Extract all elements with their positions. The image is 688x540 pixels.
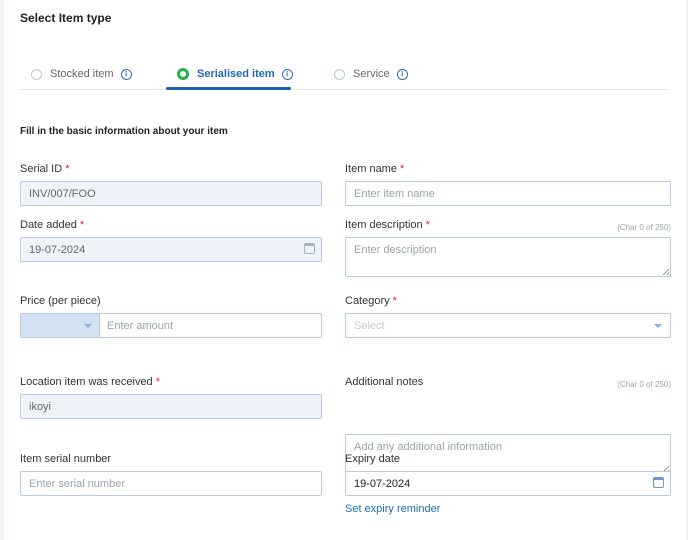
serial-id-value: INV/007/FOO xyxy=(29,187,96,200)
required-mark: * xyxy=(425,219,430,231)
resize-handle-icon[interactable] xyxy=(663,269,669,275)
item-description-label: Item description * xyxy=(345,219,430,231)
description-placeholder: Enter description xyxy=(354,244,437,256)
label-text: Serial ID xyxy=(20,163,63,175)
required-mark: * xyxy=(392,295,397,307)
radio-selected-icon[interactable] xyxy=(177,68,189,80)
item-serial-number-label: Item serial number xyxy=(20,453,112,465)
price-label: Price (per piece) xyxy=(20,295,101,307)
label-text: Category xyxy=(345,295,390,307)
date-added-label: Date added * xyxy=(20,219,84,231)
label-text: Item description xyxy=(345,219,423,231)
required-mark: * xyxy=(79,219,85,231)
date-added-input[interactable]: 19-07-2024 xyxy=(20,237,322,262)
location-input[interactable]: ikoyi xyxy=(20,394,322,419)
currency-select[interactable] xyxy=(21,314,100,337)
price-placeholder: Enter amount xyxy=(107,319,174,332)
info-icon[interactable]: i xyxy=(281,68,293,80)
required-mark: * xyxy=(399,163,405,175)
tab-label: Stocked item xyxy=(50,68,114,80)
item-serial-number-input[interactable]: Enter serial number xyxy=(20,471,322,496)
section-title: Select Item type xyxy=(20,11,112,25)
location-value: ikoyi xyxy=(29,400,52,413)
expiry-date-label: Expiry date xyxy=(345,453,401,465)
description-char-counter: (Char 0 of 250) xyxy=(617,223,671,232)
serial-id-input[interactable]: INV/007/FOO xyxy=(20,181,322,206)
form-subtitle: Fill in the basic information about your… xyxy=(20,126,228,137)
category-label: Category * xyxy=(345,295,397,307)
notes-char-counter: (Char 0 of 250) xyxy=(617,380,671,389)
location-label: Location item was received * xyxy=(20,376,160,388)
item-name-label: Item name * xyxy=(345,163,404,175)
calendar-icon[interactable] xyxy=(304,243,315,254)
info-icon[interactable]: i xyxy=(396,68,408,80)
active-tab-indicator xyxy=(166,87,291,90)
set-expiry-reminder-link[interactable]: Set expiry reminder xyxy=(345,503,440,515)
radio-unselected-icon[interactable] xyxy=(31,68,42,80)
expiry-date-value: 19-07-2024 xyxy=(354,477,411,490)
serial-id-label: Serial ID * xyxy=(20,163,69,175)
label-text: Item name xyxy=(345,163,397,175)
info-icon[interactable]: i xyxy=(120,68,132,80)
radio-unselected-icon[interactable] xyxy=(334,68,345,80)
item-name-input[interactable]: Enter item name xyxy=(345,181,671,206)
category-placeholder: Select xyxy=(354,319,385,332)
price-input[interactable]: Enter amount xyxy=(20,313,322,338)
chevron-down-icon xyxy=(654,324,662,328)
tab-label: Serialised item xyxy=(197,68,275,80)
item-description-textarea[interactable]: Enter description xyxy=(345,237,671,277)
tabs-divider xyxy=(20,89,669,90)
notes-placeholder: Add any additional information xyxy=(354,441,502,453)
required-mark: * xyxy=(65,163,70,175)
date-added-value: 19-07-2024 xyxy=(29,243,86,256)
required-mark: * xyxy=(155,376,160,388)
tab-stocked-item[interactable]: Stocked item i xyxy=(31,58,132,90)
left-border xyxy=(0,0,4,540)
expiry-date-input[interactable]: 19-07-2024 xyxy=(345,471,671,496)
serial-number-placeholder: Enter serial number xyxy=(29,477,125,490)
chevron-down-icon xyxy=(84,324,92,328)
tab-label: Service xyxy=(353,68,390,80)
calendar-icon[interactable] xyxy=(653,477,664,488)
tab-serialised-item[interactable]: Serialised item i xyxy=(177,58,293,90)
label-text: Location item was received xyxy=(20,376,153,388)
additional-notes-label: Additional notes xyxy=(345,376,424,388)
label-text: Date added xyxy=(20,219,77,231)
tab-service[interactable]: Service i xyxy=(334,58,408,90)
item-name-placeholder: Enter item name xyxy=(354,187,435,200)
category-select[interactable]: Select xyxy=(345,313,671,338)
